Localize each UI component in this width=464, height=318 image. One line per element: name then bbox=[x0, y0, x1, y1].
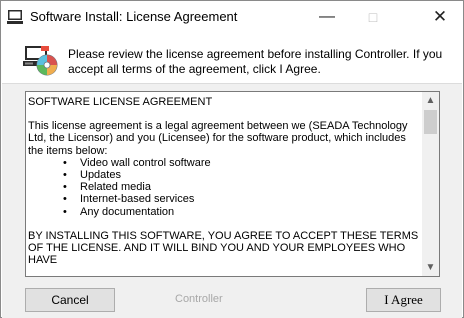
maximize-button[interactable]: □ bbox=[350, 1, 396, 33]
license-item: Updates bbox=[28, 169, 421, 181]
installer-window: Software Install: License Agreement — □ … bbox=[0, 0, 464, 318]
scroll-up-arrow-icon[interactable]: ▲ bbox=[422, 92, 439, 109]
computer-icon bbox=[7, 9, 23, 25]
license-textbox[interactable]: SOFTWARE LICENSE AGREEMENT This license … bbox=[25, 91, 440, 277]
license-item: Video wall control software bbox=[28, 157, 421, 169]
computer-disc-icon bbox=[23, 42, 59, 76]
minimize-button[interactable]: — bbox=[304, 1, 350, 33]
i-agree-button[interactable]: I Agree bbox=[366, 288, 441, 312]
close-button[interactable]: ✕ bbox=[417, 1, 463, 33]
title-bar[interactable]: Software Install: License Agreement — □ … bbox=[1, 1, 463, 33]
license-closing: BY INSTALLING THIS SOFTWARE, YOU AGREE T… bbox=[28, 229, 419, 267]
license-heading: SOFTWARE LICENSE AGREEMENT bbox=[28, 96, 213, 108]
brand-label: Controller bbox=[175, 293, 223, 305]
license-intro: This license agreement is a legal agreem… bbox=[28, 120, 408, 157]
header-message: Please review the license agreement befo… bbox=[68, 47, 443, 76]
window-title: Software Install: License Agreement bbox=[30, 9, 238, 24]
vertical-scrollbar[interactable]: ▲ ▼ bbox=[422, 92, 439, 276]
license-item: Related media bbox=[28, 181, 421, 193]
header-panel: Please review the license agreement befo… bbox=[2, 33, 462, 83]
scroll-down-arrow-icon[interactable]: ▼ bbox=[422, 259, 439, 276]
license-item: Internet-based services bbox=[28, 193, 421, 205]
cancel-button[interactable]: Cancel bbox=[25, 288, 115, 312]
license-item: Any documentation bbox=[28, 206, 421, 218]
license-items-list: Video wall control software Updates Rela… bbox=[28, 157, 421, 218]
dialog-body: SOFTWARE LICENSE AGREEMENT This license … bbox=[2, 83, 462, 318]
scroll-thumb[interactable] bbox=[424, 110, 437, 134]
license-content: SOFTWARE LICENSE AGREEMENT This license … bbox=[28, 96, 421, 266]
